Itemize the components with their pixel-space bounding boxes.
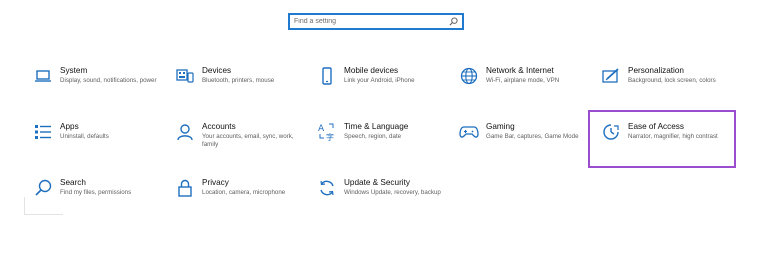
- tile-title: Accounts: [202, 122, 236, 131]
- tile-network-internet[interactable]: Network & Internet Wi-Fi, airplane mode,…: [458, 65, 583, 87]
- tile-description: Display, sound, notifications, power: [60, 77, 157, 84]
- tile-accounts[interactable]: Accounts Your accounts, email, sync, wor…: [174, 121, 299, 149]
- tile-description: Speech, region, date: [344, 133, 402, 140]
- tile-title: Privacy: [202, 178, 229, 187]
- phone-icon: [316, 65, 338, 87]
- tile-description: Location, camera, microphone: [202, 189, 286, 196]
- magnifier-icon[interactable]: [446, 15, 460, 28]
- tile-time-language[interactable]: A字 Time & Language Speech, region, date: [316, 121, 441, 143]
- tile-title: Mobile devices: [344, 66, 399, 75]
- tile-title: Network & Internet: [486, 66, 554, 75]
- gamepad-icon: [458, 121, 480, 143]
- tile-apps[interactable]: Apps Uninstall, defaults: [32, 121, 157, 143]
- tile-update-security[interactable]: Update & Security Windows Update, recove…: [316, 177, 441, 199]
- tile-description: Wi-Fi, airplane mode, VPN: [486, 77, 560, 84]
- svg-text:字: 字: [326, 132, 334, 142]
- ease-of-access-highlight: [588, 110, 736, 168]
- tile-description: Windows Update, recovery, backup: [344, 189, 441, 196]
- laptop-icon: [32, 65, 54, 87]
- pen-screen-icon: [600, 65, 622, 87]
- tile-title: Personalization: [628, 66, 684, 75]
- lock-icon: [174, 177, 196, 199]
- tile-personalization[interactable]: Personalization Background, lock screen,…: [600, 65, 735, 87]
- tile-privacy[interactable]: Privacy Location, camera, microphone: [174, 177, 299, 199]
- tile-title: Time & Language: [344, 122, 409, 131]
- person-icon: [174, 121, 196, 143]
- find-setting-search-box[interactable]: [288, 13, 464, 30]
- tile-description: Find my files, permissions: [60, 189, 132, 196]
- sync-icon: [316, 177, 338, 199]
- tile-search[interactable]: Search Find my files, permissions: [32, 177, 157, 199]
- tile-mobile-devices[interactable]: Mobile devices Link your Android, iPhone: [316, 65, 441, 87]
- tile-description: Bluetooth, printers, mouse: [202, 77, 275, 84]
- tile-title: System: [60, 66, 88, 75]
- tile-description: Your accounts, email, sync, work, family: [202, 133, 294, 148]
- tile-title: Update & Security: [344, 178, 410, 187]
- search-input[interactable]: [290, 15, 446, 28]
- globe-icon: [458, 65, 480, 87]
- keyboard-icon: [174, 65, 196, 87]
- tile-title: Apps: [60, 122, 79, 131]
- tile-devices[interactable]: Devices Bluetooth, printers, mouse: [174, 65, 299, 87]
- svg-text:A: A: [318, 124, 325, 134]
- tile-description: Uninstall, defaults: [60, 133, 109, 140]
- tile-description: Link your Android, iPhone: [344, 77, 415, 84]
- tile-title: Search: [60, 178, 86, 187]
- tile-gaming[interactable]: Gaming Game Bar, captures, Game Mode: [458, 121, 583, 143]
- apps-list-icon: [32, 121, 54, 143]
- focus-outline-fragment: [24, 197, 63, 215]
- tile-description: Game Bar, captures, Game Mode: [486, 133, 579, 140]
- language-icon: A字: [316, 121, 338, 143]
- tile-title: Devices: [202, 66, 232, 75]
- tile-system[interactable]: System Display, sound, notifications, po…: [32, 65, 157, 87]
- tile-title: Gaming: [486, 122, 515, 131]
- tile-description: Background, lock screen, colors: [628, 77, 716, 84]
- search-icon: [32, 177, 54, 199]
